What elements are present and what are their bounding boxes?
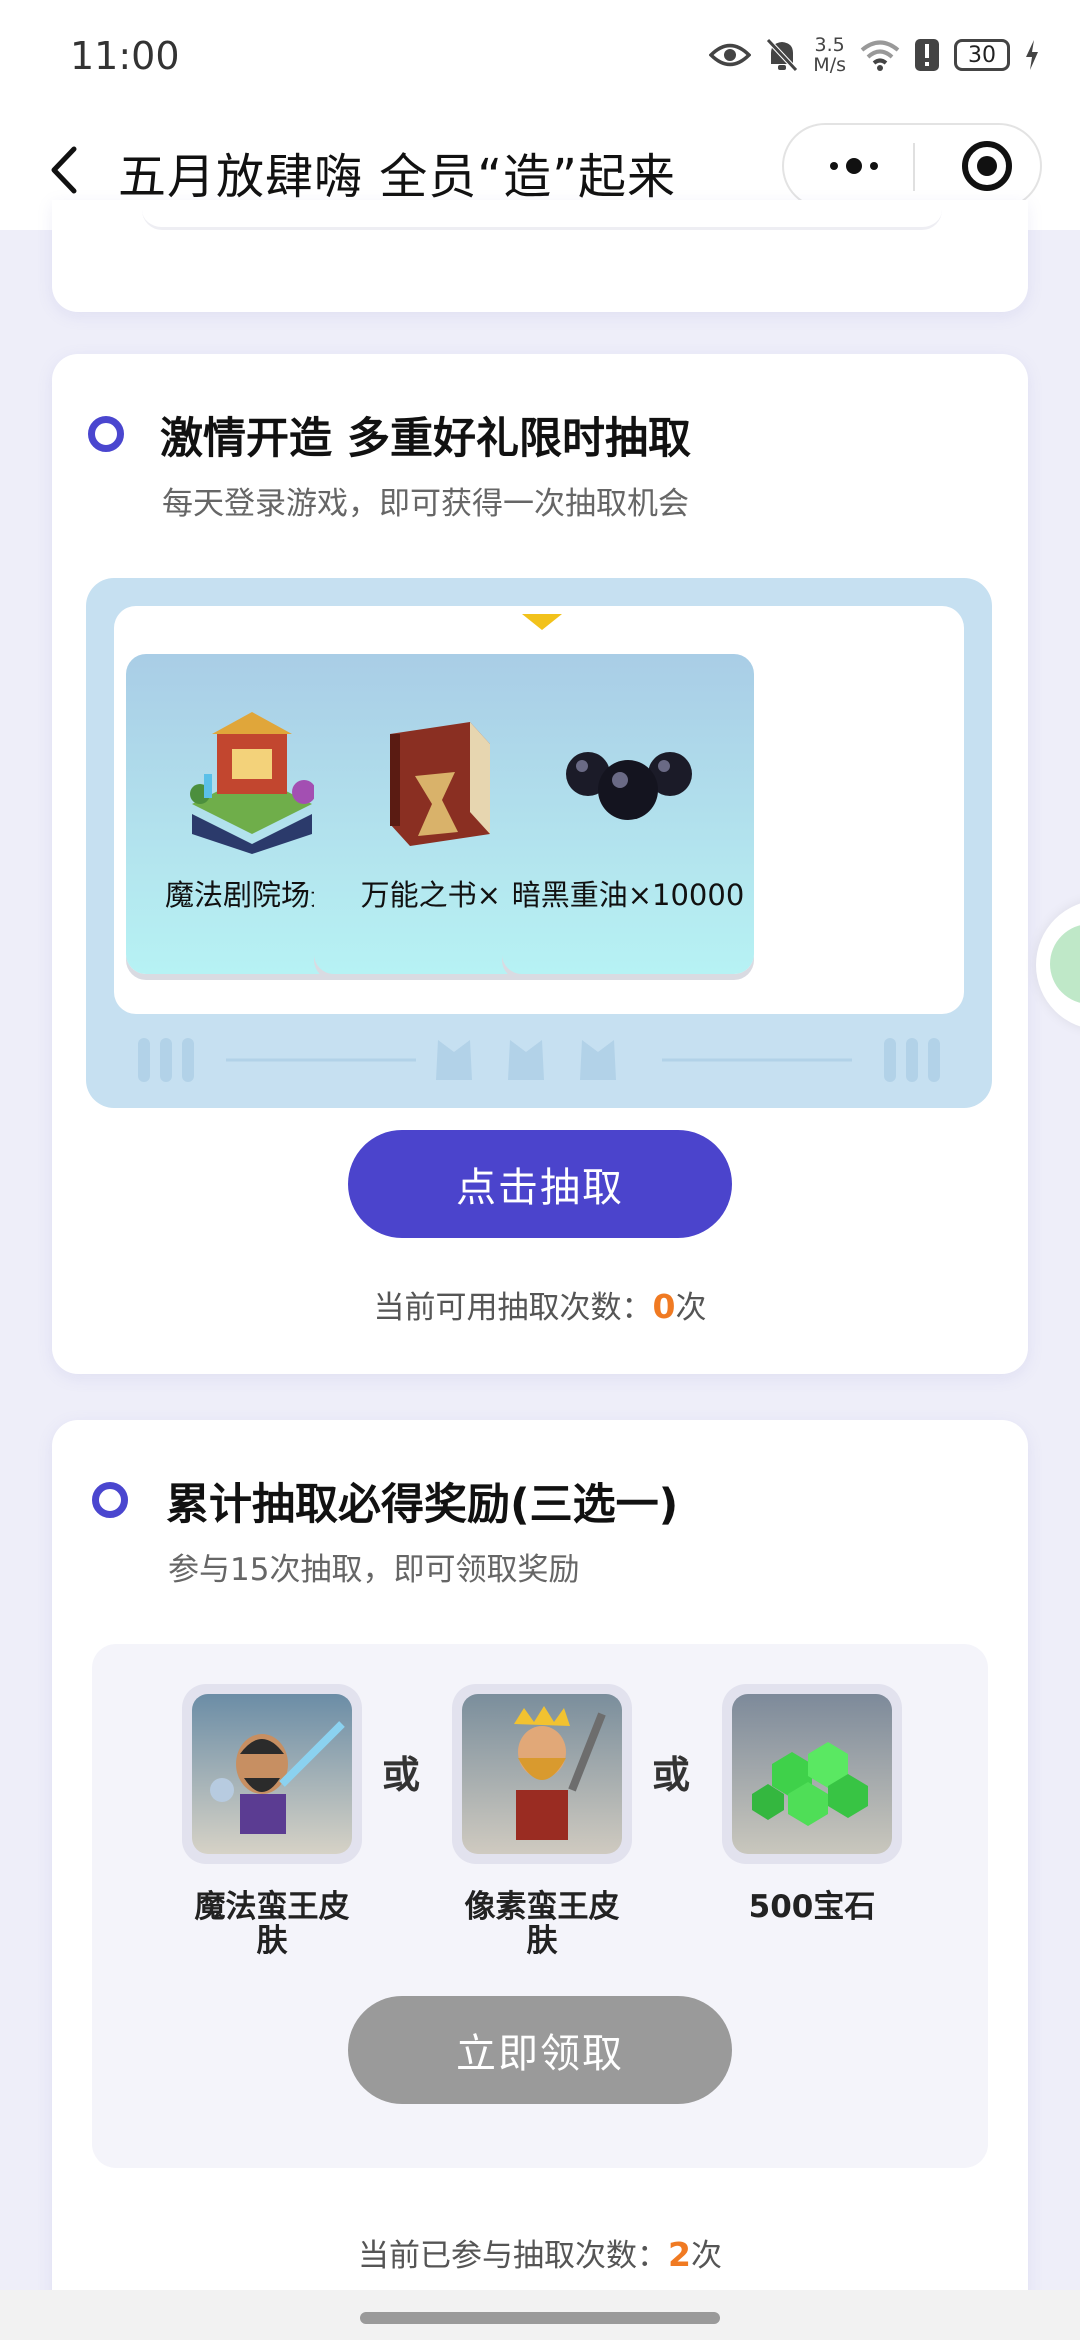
mini-program-capsule	[782, 123, 1042, 209]
battery-icon: 30	[954, 39, 1010, 71]
previous-card	[52, 200, 1028, 312]
prize-label: 暗黑重油×10000	[511, 878, 745, 912]
status-icons: 3.5 M/s 30	[709, 30, 1040, 80]
gems-icon	[732, 1694, 892, 1854]
previous-card-bar	[142, 200, 942, 230]
accumulate-card: 累计抽取必得奖励(三选一) 参与15次抽取，即可领取奖励 魔法蛮王皮肤 或 像素…	[52, 1420, 1028, 2340]
reward-frame	[182, 1684, 362, 1864]
book-icon	[390, 722, 490, 846]
home-indicator[interactable]	[360, 2312, 720, 2324]
bell-muted-icon	[766, 38, 799, 72]
draw-count-line: 当前可用抽取次数：0次	[52, 1282, 1028, 1327]
draw-machine: 魔法剧院场景 万能之书×1 暗黑重油×10000	[86, 578, 992, 1108]
pointer-icon	[522, 614, 562, 630]
bottom-bar	[0, 2290, 1080, 2340]
pixel-barbarian-king-icon	[462, 1694, 622, 1854]
or-separator: 或	[652, 1753, 691, 1797]
reward-option[interactable]: 500宝石	[722, 1684, 902, 1924]
status-time: 11:00	[70, 34, 180, 78]
draw-count-prefix: 当前可用抽取次数：	[373, 1290, 653, 1326]
draw-count-value: 0	[652, 1287, 676, 1326]
participation-count-value: 2	[668, 2235, 691, 2274]
accumulate-subtitle: 参与15次抽取，即可领取奖励	[168, 1552, 580, 1588]
chat-bubble-icon	[1050, 924, 1080, 1004]
speed-value: 3.5	[814, 34, 845, 56]
draw-count-suffix: 次	[675, 1290, 707, 1326]
reward-label: 像素蛮王皮肤	[464, 1889, 620, 1959]
draw-title: 激情开造 多重好礼限时抽取	[160, 414, 691, 464]
prize-card: 暗黑重油×10000	[502, 654, 754, 974]
accumulate-title: 累计抽取必得奖励(三选一)	[166, 1480, 679, 1530]
speed-unit: M/s	[813, 54, 846, 76]
reward-option[interactable]: 像素蛮王皮肤	[452, 1684, 632, 1958]
draw-subtitle: 每天登录游戏，即可获得一次抽取机会	[162, 486, 689, 522]
reward-label: 魔法蛮王皮肤	[194, 1889, 350, 1959]
more-icon[interactable]	[804, 125, 904, 207]
capsule-divider	[913, 143, 915, 191]
participation-count-line: 当前已参与抽取次数：2次	[52, 2230, 1028, 2275]
prize-window: 魔法剧院场景 万能之书×1 暗黑重油×10000	[114, 606, 964, 1014]
network-speed: 3.5 M/s	[813, 35, 846, 75]
alert-icon	[915, 39, 939, 71]
more-dot	[830, 162, 838, 170]
reward-panel: 魔法蛮王皮肤 或 像素蛮王皮肤 或 500宝石 立即领取	[92, 1644, 988, 2168]
wifi-icon	[860, 40, 900, 71]
back-icon[interactable]	[30, 135, 100, 205]
machine-decoration	[138, 1038, 940, 1082]
magic-barbarian-king-icon	[192, 1694, 352, 1854]
or-separator: 或	[382, 1753, 421, 1797]
status-bar: 11:00 3.5 M/s 30	[0, 0, 1080, 115]
more-dot	[870, 162, 878, 170]
theater-scene-icon	[190, 712, 316, 854]
claim-button[interactable]: 立即领取	[348, 1996, 732, 2104]
close-target-icon[interactable]	[962, 141, 1012, 191]
participation-count-suffix: 次	[690, 2238, 722, 2274]
more-dot	[846, 158, 862, 174]
reward-option[interactable]: 魔法蛮王皮肤	[182, 1684, 362, 1958]
section-ring-icon	[88, 416, 124, 452]
page-title: 五月放肆嗨 全员“造”起来	[118, 149, 676, 205]
participation-count-prefix: 当前已参与抽取次数：	[358, 2238, 669, 2274]
draw-button[interactable]: 点击抽取	[348, 1130, 732, 1238]
reward-frame	[722, 1684, 902, 1864]
charging-icon	[1026, 40, 1038, 70]
draw-card: 激情开造 多重好礼限时抽取 每天登录游戏，即可获得一次抽取机会 魔法剧院场景 万…	[52, 354, 1028, 1374]
dark-elixir-icon	[566, 752, 692, 820]
reward-frame	[452, 1684, 632, 1864]
floating-chat-button[interactable]	[1036, 900, 1080, 1030]
section-ring-icon	[92, 1482, 128, 1518]
reward-label: 500宝石	[748, 1889, 876, 1925]
eye-icon	[709, 43, 752, 67]
